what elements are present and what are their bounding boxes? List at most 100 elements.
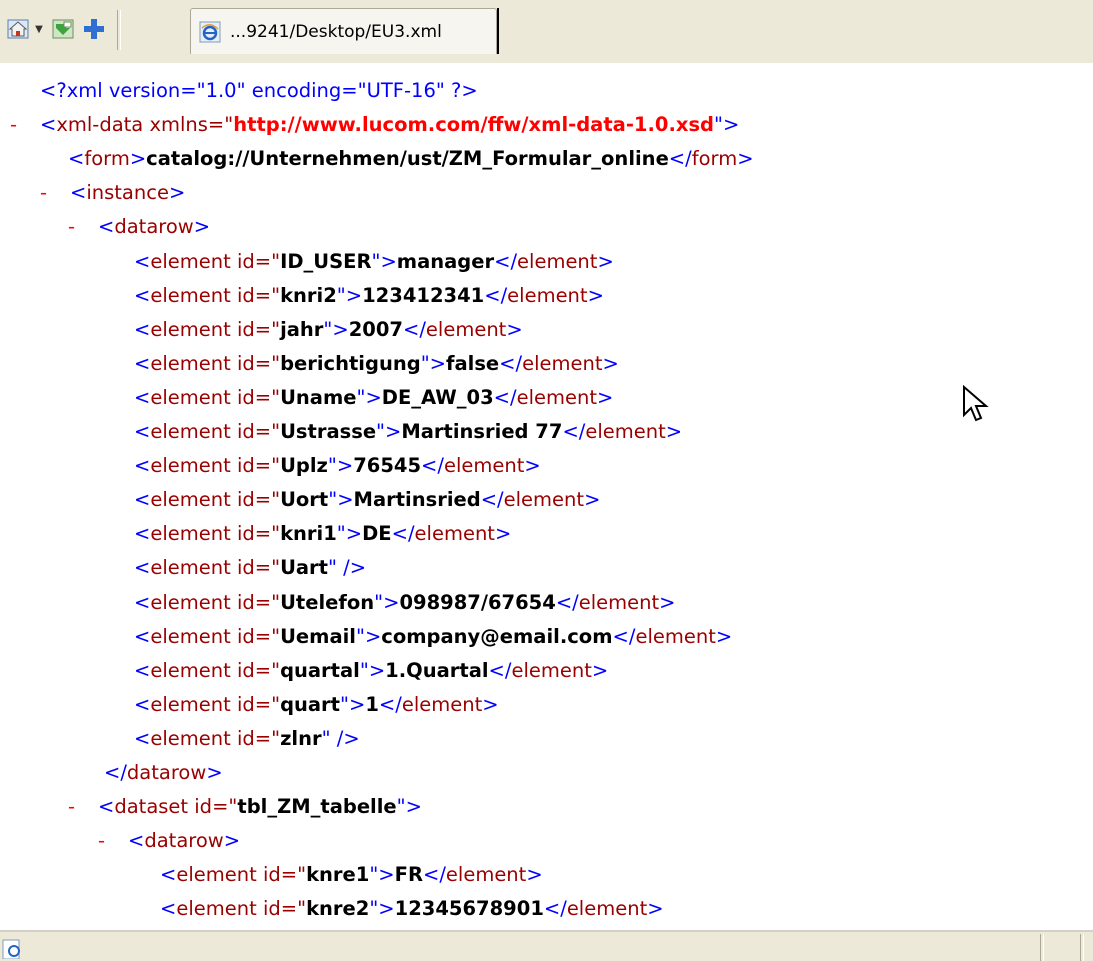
xml-bracket: "> xyxy=(356,385,382,409)
xml-tag-name: element id=" xyxy=(150,692,281,716)
xml-tag-name: element id=" xyxy=(150,590,281,614)
xml-bracket: > xyxy=(659,590,676,614)
xml-bracket: "> xyxy=(369,863,395,887)
xml-bracket: < xyxy=(98,795,115,819)
xml-bracket: </ xyxy=(391,522,415,546)
xml-bracket: "> xyxy=(327,454,354,478)
xml-element-line: <element id="berichtigung">false</elemen… xyxy=(134,347,619,381)
tab-title: ...9241/Desktop/EU3.xml xyxy=(230,21,442,42)
collapse-toggle[interactable]: - xyxy=(98,824,128,858)
xml-bracket: </ xyxy=(562,420,586,443)
xml-bracket: < xyxy=(160,863,177,887)
xml-attr-value: Utelefon xyxy=(280,590,375,614)
xml-tag-name: element id=" xyxy=(150,420,281,443)
xml-bracket: > xyxy=(602,351,619,375)
xml-attr-value: quart xyxy=(280,692,341,716)
xml-tag-name: element xyxy=(566,897,648,921)
xml-bracket: > xyxy=(482,692,499,716)
xml-element-line: <element id="Uname">DE_AW_03</element> xyxy=(134,381,613,415)
xml-bracket: < xyxy=(134,351,151,375)
xml-tag-name: element id=" xyxy=(150,317,281,341)
status-bar xyxy=(0,930,1093,961)
ie-page-icon xyxy=(199,21,221,42)
xml-bracket: > xyxy=(206,761,223,784)
xml-text-value: 12345678901 xyxy=(394,897,544,921)
xml-bracket: "> xyxy=(323,317,349,341)
xml-datarow-line[interactable]: - <datarow> xyxy=(98,824,240,858)
xml-bracket: > xyxy=(597,385,614,409)
xml-bracket: > xyxy=(524,454,541,478)
xml-bracket: "> xyxy=(374,590,400,614)
xml-attr-value: zlnr xyxy=(280,726,322,750)
xml-namespace-url: http://www.lucom.com/ffw/xml-data-1.0.xs… xyxy=(233,113,715,137)
xml-element-line: <element id="knre1">FR</element> xyxy=(160,858,543,892)
xml-tag-name: element xyxy=(578,590,660,614)
xml-root-line[interactable]: - <xml-data xmlns="http://www.lucom.com/f… xyxy=(10,108,739,142)
xml-tag-name: datarow xyxy=(114,215,194,239)
xml-form-line: <form>catalog://Unternehmen/ust/ZM_Formu… xyxy=(68,142,754,176)
xml-bracket: < xyxy=(134,249,151,273)
xml-bracket: > xyxy=(591,658,609,682)
collapse-toggle[interactable]: - xyxy=(10,108,40,142)
xml-bracket: </ xyxy=(494,249,518,273)
xml-tag-name: element id=" xyxy=(150,385,281,409)
xml-tag-name: element id=" xyxy=(150,249,281,273)
xml-tag-name: element xyxy=(401,692,483,716)
feed-icon xyxy=(52,19,74,39)
xml-bracket: > xyxy=(597,249,614,273)
xml-instance-line[interactable]: - <instance> xyxy=(40,176,185,210)
xml-bracket: < xyxy=(40,113,57,137)
xml-element-line: <element id="ID_USER">manager</element> xyxy=(134,245,614,279)
xml-tag-name: element id=" xyxy=(150,488,281,512)
xml-text-value: Martinsried 77 xyxy=(401,420,563,443)
xml-element-line: <element id="knre2">12345678901</element… xyxy=(160,892,664,926)
xml-bracket: "> xyxy=(371,249,397,273)
feeds-button[interactable] xyxy=(51,16,75,42)
xml-declaration-line: <?xml version="1.0" encoding="UTF-16" ?> xyxy=(40,74,478,108)
xml-bracket: " /> xyxy=(328,556,367,580)
collapse-toggle[interactable]: - xyxy=(68,210,98,244)
xml-bracket: > xyxy=(193,215,211,239)
xml-bracket: "> xyxy=(340,692,366,716)
xml-tag-name: element xyxy=(635,624,716,648)
xml-bracket: < xyxy=(134,283,151,307)
xml-text-value: FR xyxy=(394,863,423,887)
xml-bracket: < xyxy=(134,385,151,409)
xml-text-value: 2007 xyxy=(348,317,403,341)
home-dropdown-button[interactable]: ▼ xyxy=(32,16,46,42)
xml-tag-name: element xyxy=(503,488,585,512)
xml-bracket: < xyxy=(134,658,151,682)
xml-tag-name: element id=" xyxy=(150,726,281,750)
home-button[interactable] xyxy=(6,16,30,42)
xml-bracket: < xyxy=(134,590,151,614)
xml-bracket: < xyxy=(134,692,151,716)
xml-bracket: "> xyxy=(420,351,446,375)
xml-tag-name: form xyxy=(691,147,738,171)
xml-element-line: <element id="jahr">2007</element> xyxy=(134,313,523,347)
xml-tag-name: xml-data xmlns=" xyxy=(56,113,234,137)
xml-tag-name: element id=" xyxy=(150,454,281,478)
xml-datarow-line[interactable]: - <datarow> xyxy=(68,210,210,244)
xml-bracket: > xyxy=(494,522,512,546)
xml-tag-name: instance xyxy=(86,181,169,205)
xml-dataset-line[interactable]: - <dataset id="tbl_ZM_tabelle"> xyxy=(68,790,422,824)
xml-document-view: <?xml version="1.0" encoding="UTF-16" ?>… xyxy=(0,62,1093,930)
xml-bracket: > xyxy=(737,147,754,171)
xml-bracket: > xyxy=(587,283,604,307)
xml-tag-name: element xyxy=(425,317,507,341)
xml-attr-value: Uname xyxy=(280,385,357,409)
collapse-toggle[interactable]: - xyxy=(40,176,70,210)
xml-text-value: DE xyxy=(362,522,392,546)
xml-tag-name: element xyxy=(445,863,527,887)
xml-element-line: <element id="quart">1</element> xyxy=(134,688,499,722)
xml-bracket: </ xyxy=(499,351,523,375)
xml-text-value: 76545 xyxy=(353,454,422,478)
tab-eu3-xml[interactable]: ...9241/Desktop/EU3.xml xyxy=(190,8,497,54)
collapse-toggle[interactable]: - xyxy=(68,790,98,824)
xml-bracket: > xyxy=(506,317,523,341)
add-tab-button[interactable] xyxy=(82,16,106,42)
xml-tag-name: datarow xyxy=(126,761,207,784)
xml-bracket: "> xyxy=(336,522,363,546)
xml-bracket: </ xyxy=(104,761,127,784)
xml-attr-value: knri1 xyxy=(280,522,337,546)
